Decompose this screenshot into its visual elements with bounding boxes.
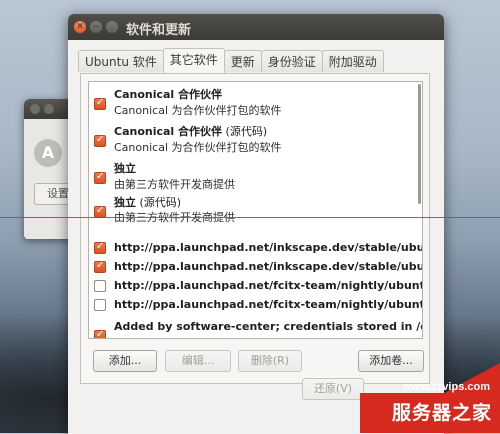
window-titlebar: ✕ − 软件和更新 — [68, 14, 444, 40]
background-close-icon[interactable] — [30, 104, 40, 114]
source-title: Canonical 合作伙伴 — [114, 86, 222, 102]
close-icon[interactable]: ✕ — [74, 21, 86, 33]
tab-ubuntu-software[interactable]: Ubuntu 软件 — [78, 50, 164, 72]
source-title-name: Canonical 合作伙伴 — [114, 125, 223, 138]
source-checkbox[interactable] — [94, 134, 106, 147]
source-subtitle: Canonical 为合作伙伴打包的软件 — [114, 104, 282, 117]
source-title: Canonical 合作伙伴 (源代码) — [114, 123, 267, 139]
source-checkbox[interactable] — [94, 329, 106, 338]
source-title-suffix: (源代码) — [136, 196, 182, 209]
source-title: 独立 — [114, 160, 136, 176]
source-checkbox[interactable] — [94, 241, 106, 254]
software-center-icon: A — [34, 139, 62, 167]
list-scrollbar[interactable] — [418, 84, 421, 204]
watermark: www.zzvips.com 服务器之家 — [310, 363, 500, 433]
tab-bar: Ubuntu 软件 其它软件 更新 身份验证 附加驱动 — [78, 48, 384, 74]
add-button[interactable]: 添加... — [93, 350, 157, 372]
source-subtitle: 由第三方软件开发商提供 — [114, 178, 235, 191]
remove-button[interactable]: 删除(R) — [238, 350, 302, 372]
maximize-icon[interactable] — [106, 21, 118, 33]
edit-button[interactable]: 编辑... — [165, 350, 231, 372]
source-url: http://ppa.launchpad.net/inkscape.dev/st… — [114, 241, 423, 254]
sources-list[interactable]: Canonical 合作伙伴 Canonical 为合作伙伴打包的软件 Cano… — [88, 81, 423, 339]
red-guide-line — [0, 217, 500, 218]
tab-additional-drivers[interactable]: 附加驱动 — [321, 50, 384, 72]
watermark-url: www.zzvips.com — [402, 381, 490, 393]
window-title: 软件和更新 — [126, 23, 192, 38]
other-software-panel: Canonical 合作伙伴 Canonical 为合作伙伴打包的软件 Cano… — [80, 73, 430, 384]
source-checkbox[interactable] — [94, 97, 106, 110]
tab-authentication[interactable]: 身份验证 — [260, 50, 323, 72]
watermark-brand: 服务器之家 — [391, 402, 492, 424]
source-checkbox[interactable] — [94, 171, 106, 184]
source-title-suffix: (源代码) — [222, 125, 268, 138]
minimize-icon[interactable]: − — [90, 21, 102, 33]
source-checkbox[interactable] — [94, 280, 106, 292]
tab-other-software[interactable]: 其它软件 — [162, 48, 225, 73]
source-url: http://ppa.launchpad.net/inkscape.dev/st… — [114, 260, 423, 273]
source-checkbox[interactable] — [94, 260, 106, 273]
background-minimize-icon[interactable] — [44, 104, 54, 114]
source-title-name: 独立 — [114, 196, 136, 209]
source-url: http://ppa.launchpad.net/fcitx-team/nigh… — [114, 279, 423, 292]
source-subtitle: Canonical 为合作伙伴打包的软件 — [114, 141, 282, 154]
source-url: http://ppa.launchpad.net/fcitx-team/nigh… — [114, 298, 423, 311]
tab-updates[interactable]: 更新 — [223, 50, 262, 72]
source-title-name: Canonical 合作伙伴 — [114, 88, 223, 101]
source-url: Added by software-center; credentials st… — [114, 320, 423, 333]
source-title-name: 独立 — [114, 162, 136, 175]
source-title: 独立 (源代码) — [114, 194, 181, 210]
source-checkbox[interactable] — [94, 299, 106, 311]
